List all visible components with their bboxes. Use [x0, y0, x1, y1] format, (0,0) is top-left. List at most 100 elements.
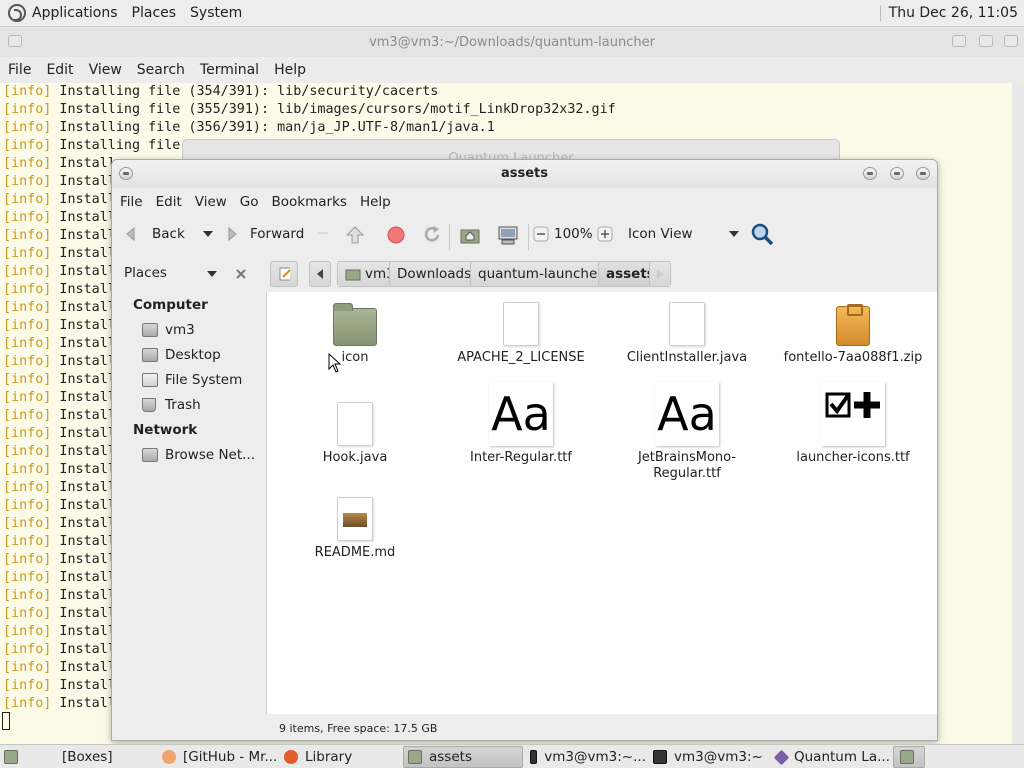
breadcrumb-right-button[interactable] — [649, 261, 671, 287]
log-message: Install — [51, 372, 116, 387]
chevron-left-icon — [317, 269, 323, 279]
menu-go[interactable]: Go — [240, 194, 259, 210]
file-item-readme-md[interactable]: README.md — [275, 497, 435, 561]
terminal-menu-edit[interactable]: Edit — [46, 62, 73, 78]
file-item-launcher-icons-ttf[interactable]: launcher-icons.ttf — [773, 382, 933, 466]
terminal-line: [info] Install — [3, 480, 116, 498]
back-button[interactable]: Back — [122, 224, 215, 244]
terminal-menu-view[interactable]: View — [89, 62, 122, 78]
home-folder-icon — [142, 323, 158, 337]
task-label: vm3@vm3:~ — [674, 749, 763, 765]
close-icon[interactable] — [916, 167, 930, 180]
minimize-icon[interactable] — [863, 167, 877, 180]
file-item-apache-license[interactable]: APACHE_2_LICENSE — [441, 302, 601, 366]
breadcrumb-left-button[interactable] — [309, 261, 331, 287]
file-item-fontello-zip[interactable]: fontello-7aa088f1.zip — [773, 302, 933, 366]
task-label: Quantum La... — [794, 749, 890, 765]
file-item-icon[interactable]: icon — [275, 302, 435, 366]
task-label: assets — [429, 749, 472, 765]
terminal-line: [info] Installing file — [3, 138, 180, 156]
status-bar: 9 items, Free space: 17.5 GB — [279, 722, 438, 735]
file-manager-titlebar[interactable]: assets — [112, 160, 937, 188]
path-bar: Places vm3 Downloads quantum-launcher as… — [112, 256, 937, 290]
sidebar-item-trash[interactable]: Trash — [142, 397, 201, 413]
terminal-line: [info] Install — [3, 408, 116, 426]
show-desktop-button[interactable] — [0, 746, 30, 768]
maximize-icon[interactable] — [890, 167, 904, 180]
log-message: Install — [51, 354, 116, 369]
zoom-in-button[interactable] — [597, 226, 613, 242]
window-menu-icon[interactable] — [119, 167, 133, 180]
terminal-line: [info] Installing file (356/391): man/ja… — [3, 120, 495, 138]
view-mode-select[interactable]: Icon View — [628, 226, 741, 242]
home-button[interactable] — [458, 224, 482, 246]
minimize-icon[interactable] — [952, 35, 966, 47]
close-icon[interactable] — [1004, 35, 1018, 47]
sidebar-item-browse-network[interactable]: Browse Net... — [142, 447, 255, 463]
menu-file[interactable]: File — [120, 194, 143, 210]
task-terminal-1[interactable]: vm3@vm3:~... — [526, 746, 646, 768]
log-level-tag: [info] — [3, 228, 52, 243]
sidebar-item-file-system[interactable]: File System — [142, 372, 242, 388]
places-menu[interactable]: Places — [132, 5, 177, 21]
file-view[interactable]: icon APACHE_2_LICENSE ClientInstaller.ja… — [266, 292, 937, 714]
log-message: Install — [51, 606, 116, 621]
clock[interactable]: Thu Dec 26, 11:05 — [879, 5, 1018, 21]
window-menu-icon[interactable] — [8, 35, 22, 47]
terminal-menu-file[interactable]: File — [8, 62, 31, 78]
zoom-out-button[interactable] — [533, 226, 549, 242]
task-terminal-2[interactable]: vm3@vm3:~ — [649, 746, 769, 768]
file-item-hook-java[interactable]: Hook.java — [275, 402, 435, 466]
up-button[interactable] — [344, 224, 366, 246]
sidebar-heading-computer: Computer — [133, 297, 208, 313]
edit-pencil-icon — [279, 267, 290, 281]
menu-help[interactable]: Help — [360, 194, 391, 210]
back-history-dropdown-icon[interactable] — [201, 227, 215, 241]
computer-button[interactable] — [496, 224, 520, 246]
system-menu[interactable]: System — [190, 5, 242, 21]
log-message: Installing file (356/391): man/ja_JP.UTF… — [51, 120, 495, 135]
zoom-out-icon — [533, 226, 549, 242]
log-message: Installing file (354/391): lib/security/… — [51, 84, 439, 99]
workspace-switcher[interactable] — [893, 746, 925, 768]
menu-view[interactable]: View — [195, 194, 227, 210]
maximize-icon[interactable] — [979, 35, 993, 47]
log-message: Install — [51, 552, 116, 567]
task-github[interactable]: [GitHub - Mr... — [158, 746, 278, 768]
log-message: Install — [51, 174, 116, 189]
terminal-scrollbar[interactable] — [1012, 83, 1024, 745]
task-library[interactable]: Library — [280, 746, 400, 768]
terminal-menu-terminal[interactable]: Terminal — [200, 62, 259, 78]
sidebar-item-desktop[interactable]: Desktop — [142, 347, 221, 363]
terminal-menu-help[interactable]: Help — [274, 62, 306, 78]
reload-button[interactable] — [421, 224, 443, 246]
task-quantum-launcher[interactable]: Quantum La... — [772, 746, 892, 768]
close-sidebar-icon[interactable] — [235, 268, 247, 280]
applications-menu[interactable]: Applications — [32, 5, 118, 21]
log-level-tag: [info] — [3, 408, 52, 423]
breadcrumb-downloads[interactable]: Downloads — [389, 261, 480, 287]
stop-button[interactable] — [385, 224, 407, 246]
forward-button[interactable]: Forward — [222, 224, 330, 244]
log-message: Install — [51, 516, 116, 531]
debian-logo-icon[interactable] — [8, 4, 26, 22]
places-selector[interactable]: Places — [124, 265, 167, 281]
sidebar-item-vm3[interactable]: vm3 — [142, 322, 195, 338]
file-item-clientinstaller-java[interactable]: ClientInstaller.java — [607, 302, 767, 366]
menu-bookmarks[interactable]: Bookmarks — [272, 194, 347, 210]
forward-history-dropdown-icon[interactable] — [316, 227, 330, 241]
file-item-jetbrainsmono-ttf[interactable]: Aa JetBrainsMono- Regular.ttf — [607, 382, 767, 482]
terminal-titlebar[interactable]: vm3@vm3:~/Downloads/quantum-launcher — [0, 27, 1024, 57]
edit-location-button[interactable] — [270, 261, 298, 287]
breadcrumb-quantum-launcher[interactable]: quantum-launcher — [470, 261, 611, 287]
task-assets[interactable]: assets — [403, 746, 523, 768]
file-item-inter-regular-ttf[interactable]: Aa Inter-Regular.ttf — [441, 382, 601, 466]
task-boxes[interactable]: [Boxes] — [40, 746, 152, 768]
menu-edit[interactable]: Edit — [156, 194, 182, 210]
log-level-tag: [info] — [3, 120, 52, 135]
terminal-menu-search[interactable]: Search — [137, 62, 185, 78]
terminal-line: [info] Install — [3, 210, 116, 228]
log-level-tag: [info] — [3, 390, 52, 405]
places-dropdown-icon[interactable] — [206, 268, 218, 280]
search-button[interactable] — [750, 222, 774, 246]
